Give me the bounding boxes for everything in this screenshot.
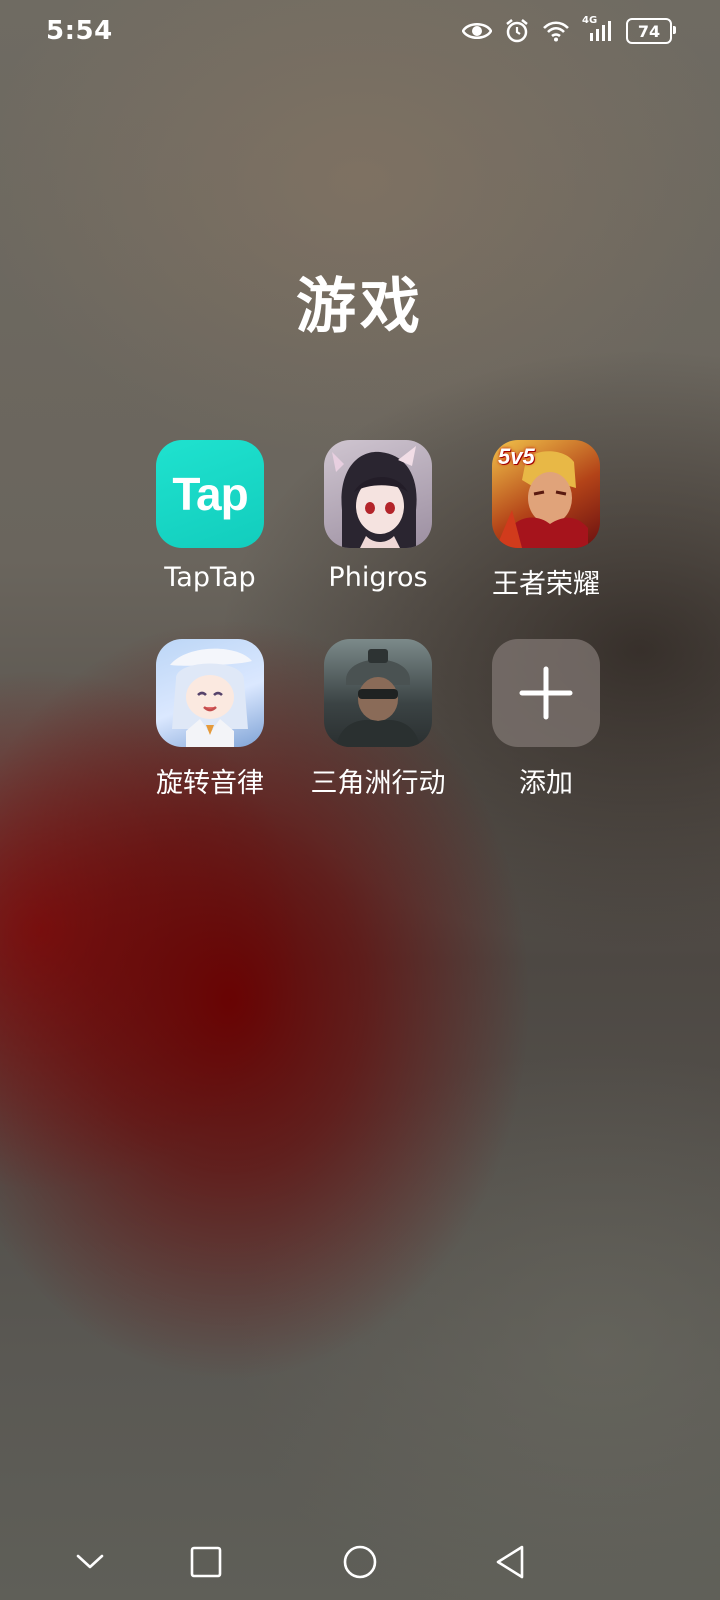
app-add[interactable]: 添加 bbox=[462, 639, 630, 800]
home-circle-icon[interactable] bbox=[330, 1532, 390, 1592]
status-bar: 5:54 4G 74 bbox=[0, 0, 720, 66]
recents-square-icon[interactable] bbox=[176, 1532, 236, 1592]
hok-badge-text: 5v5 bbox=[498, 444, 535, 469]
signal-icon: 4G bbox=[582, 15, 614, 43]
taptap-logo-text: Tap bbox=[172, 468, 248, 520]
app-taptap[interactable]: Tap TapTap bbox=[126, 440, 294, 601]
app-phigros[interactable]: Phigros bbox=[294, 440, 462, 601]
network-type: 4G bbox=[582, 15, 598, 26]
app-label: TapTap bbox=[164, 562, 256, 593]
app-label: 添加 bbox=[519, 768, 573, 799]
status-icons: 4G 74 bbox=[462, 15, 676, 44]
wifi-icon bbox=[542, 20, 570, 42]
battery-icon: 74 bbox=[626, 18, 676, 44]
taptap-icon[interactable]: Tap bbox=[156, 440, 264, 548]
phigros-icon[interactable] bbox=[324, 440, 432, 548]
honor-of-kings-icon[interactable]: 5v5 bbox=[492, 440, 600, 548]
app-label: Phigros bbox=[328, 562, 428, 593]
rotaeno-icon[interactable] bbox=[156, 639, 264, 747]
status-time: 5:54 bbox=[46, 16, 113, 46]
app-label: 旋转音律 bbox=[156, 768, 264, 799]
app-delta-force[interactable]: 三角洲行动 bbox=[294, 639, 462, 800]
back-triangle-icon[interactable] bbox=[480, 1532, 540, 1592]
navigation-bar bbox=[0, 1522, 720, 1600]
app-label: 三角洲行动 bbox=[310, 768, 446, 799]
delta-force-icon[interactable] bbox=[324, 639, 432, 747]
alarm-icon bbox=[504, 18, 530, 44]
folder-title[interactable]: 游戏 bbox=[0, 258, 720, 345]
app-rotaeno[interactable]: 旋转音律 bbox=[126, 639, 294, 800]
eye-icon bbox=[462, 20, 492, 42]
battery-level: 74 bbox=[637, 21, 661, 41]
app-label: 王者荣耀 bbox=[492, 569, 600, 600]
plus-icon[interactable] bbox=[492, 639, 600, 747]
chevron-down-icon[interactable] bbox=[60, 1532, 120, 1592]
app-honor-of-kings[interactable]: 5v5 王者荣耀 bbox=[462, 440, 630, 601]
app-grid: Tap TapTap Phigros 5v5 王者荣耀 旋转音律 三角洲行动 添… bbox=[126, 440, 626, 800]
